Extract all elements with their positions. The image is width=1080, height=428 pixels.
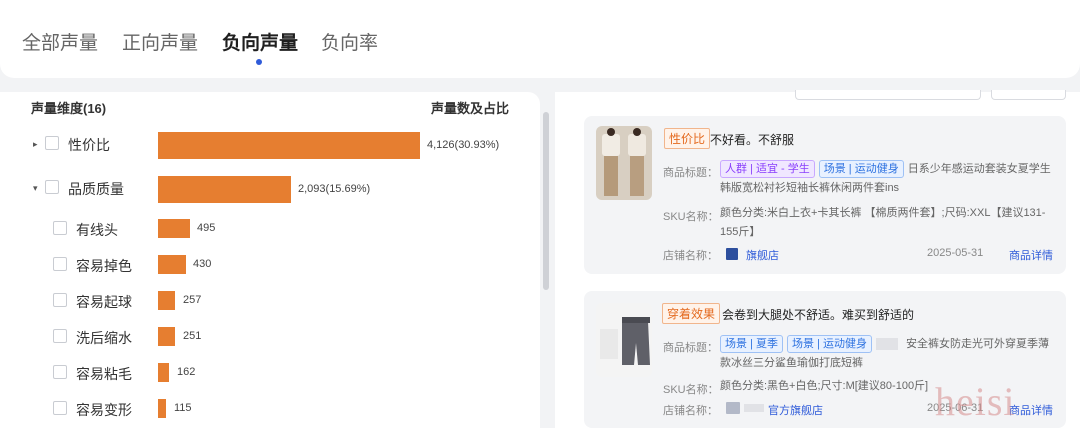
volume-bar <box>158 363 169 382</box>
dimension-row-fades[interactable]: 容易掉色 430 <box>0 253 530 279</box>
row-label: 容易粘毛 <box>76 366 132 382</box>
review-card: 性价比 不好看。不舒服 商品标题： 人群 | 适宜 - 学生 场景 | 运动健身日… <box>584 116 1066 274</box>
row-label: 容易变形 <box>76 402 132 418</box>
volume-bar <box>158 399 166 418</box>
row-checkbox[interactable] <box>53 257 67 271</box>
volume-bar <box>158 176 291 203</box>
store-label: 店铺名称： <box>663 250 718 262</box>
dimension-row-pilling[interactable]: 容易起球 257 <box>0 289 530 315</box>
volume-bar <box>158 255 186 274</box>
product-title: 人群 | 适宜 - 学生 场景 | 运动健身 日系少年感运动套装女夏学生韩版宽松衬衫… <box>720 160 1056 198</box>
volume-value: 251 <box>183 330 202 342</box>
row-checkbox[interactable] <box>45 136 59 150</box>
dimension-row-loose-threads[interactable]: 有线头 495 <box>0 217 530 243</box>
crowd-chip: 人群 | 适宜 - 学生 <box>720 160 815 178</box>
review-text: 不好看。不舒服 <box>710 133 795 147</box>
dimension-row-cost-performance[interactable]: ▸ 性价比 4,126(30.93%) <box>0 132 530 159</box>
product-detail-link[interactable]: 商品详情 <box>1009 402 1053 418</box>
store-name[interactable]: 旗舰店 <box>746 247 779 263</box>
row-label: 洗后缩水 <box>76 330 132 346</box>
title-label: 商品标题： <box>663 167 718 179</box>
volume-value: 257 <box>183 294 202 306</box>
volume-bar <box>158 327 175 346</box>
left-scrollbar[interactable] <box>543 112 549 290</box>
volume-value: 495 <box>197 222 216 234</box>
volume-dimension-panel: 声量维度(16) 声量数及占比 ▸ 性价比 4,126(30.93%) ▾ 品质… <box>0 92 540 428</box>
filter-select[interactable] <box>795 90 981 100</box>
season-chip: 场景 | 夏季 <box>720 335 783 353</box>
value-header: 声量数及占比 <box>431 101 510 116</box>
title-label: 商品标题： <box>663 342 718 354</box>
tab-positive-volume[interactable]: 正向声量 <box>122 28 198 55</box>
volume-value: 162 <box>177 366 196 378</box>
aspect-tag: 性价比 <box>664 128 711 149</box>
product-thumbnail[interactable] <box>596 303 652 377</box>
sku-label: SKU名称： <box>663 211 719 223</box>
row-checkbox[interactable] <box>53 293 67 307</box>
expand-arrow-icon[interactable]: ▾ <box>33 183 38 194</box>
dimension-row-quality[interactable]: ▾ 品质质量 2,093(15.69%) <box>0 176 530 203</box>
sort-select[interactable] <box>991 90 1066 100</box>
row-checkbox[interactable] <box>53 401 67 415</box>
volume-value: 4,126(30.93%) <box>427 139 500 151</box>
row-label: 有线头 <box>76 222 118 238</box>
tabs-bar: 全部声量 正向声量 负向声量 负向率 <box>0 0 1080 78</box>
dimension-header: 声量维度(16) <box>31 101 107 116</box>
store-label: 店铺名称： <box>663 405 718 417</box>
watermark: heisi <box>935 379 1016 424</box>
scene-chip: 场景 | 运动健身 <box>786 335 872 353</box>
row-checkbox[interactable] <box>53 221 67 235</box>
row-checkbox[interactable] <box>53 365 67 379</box>
redacted-brand <box>875 338 898 351</box>
product-title: 场景 | 夏季 场景 | 运动健身 安全裤女防走光可外穿夏季薄款冰丝三分鲨鱼瑜伽打底… <box>720 335 1056 373</box>
dimension-row-deforms[interactable]: 容易变形 115 <box>0 397 530 423</box>
tab-negative-rate[interactable]: 负向率 <box>321 28 378 55</box>
row-label: 品质质量 <box>68 181 124 197</box>
volume-value: 430 <box>193 258 212 270</box>
dimension-row-lint[interactable]: 容易粘毛 162 <box>0 361 530 387</box>
store-logo-icon <box>726 248 738 260</box>
volume-value: 115 <box>174 402 192 414</box>
volume-bar <box>158 219 190 238</box>
volume-bar <box>158 291 175 310</box>
redacted-store-prefix <box>744 404 764 412</box>
row-label: 容易掉色 <box>76 258 132 274</box>
product-detail-link[interactable]: 商品详情 <box>1009 247 1053 263</box>
store-logo-icon <box>726 402 740 414</box>
product-thumbnail[interactable] <box>596 126 652 200</box>
store-name[interactable]: 官方旗舰店 <box>768 402 823 418</box>
review-text: 会卷到大腿处不舒适。难买到舒适的 <box>722 308 915 322</box>
collapse-arrow-icon[interactable]: ▸ <box>33 139 38 150</box>
dimension-row-shrinks[interactable]: 洗后缩水 251 <box>0 325 530 351</box>
row-checkbox[interactable] <box>53 329 67 343</box>
scene-chip: 场景 | 运动健身 <box>818 160 904 178</box>
tab-all-volume[interactable]: 全部声量 <box>22 28 98 55</box>
volume-bar <box>158 132 420 159</box>
row-checkbox[interactable] <box>45 180 59 194</box>
row-label: 性价比 <box>68 137 110 153</box>
row-label: 容易起球 <box>76 294 132 310</box>
volume-value: 2,093(15.69%) <box>298 183 371 195</box>
review-date: 2025-05-31 <box>927 247 984 259</box>
sku-text: 颜色分类:米白上衣+卡其长裤 【棉质两件套】;尺码:XXL【建议131-155斤… <box>720 207 1046 238</box>
active-tab-indicator <box>256 59 262 65</box>
sku-label: SKU名称： <box>663 384 719 396</box>
tab-negative-volume[interactable]: 负向声量 <box>222 28 298 55</box>
aspect-tag: 穿着效果 <box>662 303 721 324</box>
